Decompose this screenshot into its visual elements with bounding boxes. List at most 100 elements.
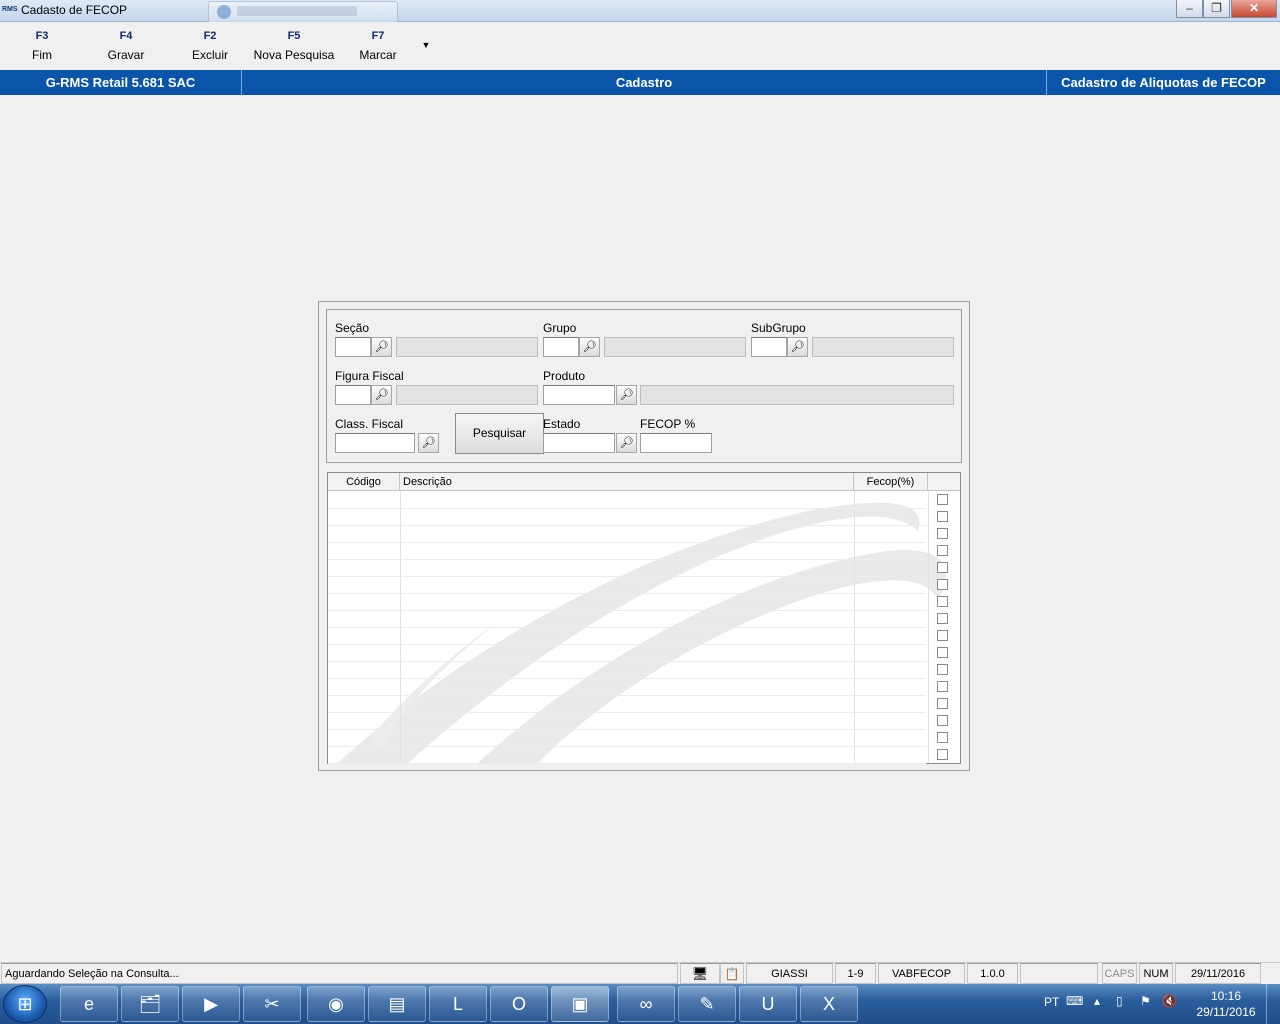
table-row[interactable] bbox=[328, 763, 926, 764]
network-icon[interactable]: ▯ bbox=[1116, 994, 1123, 1008]
app-version-label: G-RMS Retail 5.681 SAC bbox=[45, 75, 196, 90]
col-check[interactable] bbox=[928, 473, 960, 491]
secao-input[interactable] bbox=[335, 337, 371, 357]
marcar-label: Marcar bbox=[359, 48, 397, 62]
app-logo-icon: RMS bbox=[2, 6, 18, 13]
subgrupo-input[interactable] bbox=[751, 337, 787, 357]
media-player-icon[interactable]: ▶ bbox=[182, 986, 240, 1022]
table-row[interactable] bbox=[328, 610, 926, 611]
estado-input[interactable] bbox=[543, 433, 615, 453]
pesquisar-button[interactable]: Pesquisar bbox=[455, 413, 544, 454]
module-label: Cadastro bbox=[241, 70, 1046, 95]
table-row[interactable] bbox=[328, 678, 926, 679]
row-checkbox[interactable] bbox=[937, 562, 948, 573]
class-fiscal-binoculars-icon[interactable]: 🔎︎ bbox=[418, 433, 439, 453]
class-fiscal-label: Class. Fiscal bbox=[335, 417, 404, 431]
excluir-button[interactable]: F2 Excluir bbox=[180, 30, 240, 62]
estado-binoculars-icon[interactable]: 🔎︎ bbox=[616, 433, 637, 453]
table-row[interactable] bbox=[328, 559, 926, 560]
clock-date[interactable]: 29/11/2016 bbox=[1190, 1005, 1262, 1019]
table-row[interactable] bbox=[328, 593, 926, 594]
minimize-button[interactable]: ‒ bbox=[1176, 0, 1203, 18]
restore-button[interactable]: ❐ bbox=[1203, 0, 1230, 18]
ie-icon[interactable]: e bbox=[60, 986, 118, 1022]
excel-icon[interactable]: X bbox=[800, 986, 858, 1022]
close-button[interactable]: ✕ bbox=[1231, 0, 1277, 18]
fim-label: Fim bbox=[32, 48, 52, 62]
table-row[interactable] bbox=[328, 695, 926, 696]
show-desktop-button[interactable] bbox=[1266, 984, 1280, 1024]
notepad-plus-plus-icon[interactable]: ✎ bbox=[678, 986, 736, 1022]
show-hidden-icons-icon[interactable]: ▴ bbox=[1094, 994, 1100, 1008]
chrome-icon[interactable]: ◉ bbox=[307, 986, 365, 1022]
row-checkbox[interactable] bbox=[937, 698, 948, 709]
status-range: 1-9 bbox=[835, 963, 876, 984]
status-empty bbox=[1020, 963, 1098, 984]
produto-input[interactable] bbox=[543, 385, 615, 405]
row-checkbox[interactable] bbox=[937, 511, 948, 522]
window-title: Cadasto de FECOP bbox=[21, 3, 128, 17]
volume-muted-icon[interactable]: 🔇 bbox=[1162, 994, 1177, 1008]
outlook-icon[interactable]: O bbox=[490, 986, 548, 1022]
marcar-button[interactable]: F7 Marcar bbox=[350, 30, 406, 62]
row-checkbox[interactable] bbox=[937, 630, 948, 641]
background-browser-tab[interactable] bbox=[208, 1, 398, 22]
grupo-input[interactable] bbox=[543, 337, 579, 357]
function-key-toolbar: F3 Fim F4 Gravar F2 Excluir F5 Nova Pesq… bbox=[0, 22, 1280, 70]
table-row[interactable] bbox=[328, 525, 926, 526]
class-fiscal-input[interactable] bbox=[335, 433, 415, 453]
gravar-button[interactable]: F4 Gravar bbox=[96, 30, 156, 62]
row-checkbox[interactable] bbox=[937, 528, 948, 539]
produto-binoculars-icon[interactable]: 🔎︎ bbox=[616, 385, 637, 405]
computer-icon[interactable]: 🖥 bbox=[680, 963, 720, 984]
nova-pesquisa-button[interactable]: F5 Nova Pesquisa bbox=[250, 30, 338, 62]
row-checkbox[interactable] bbox=[937, 613, 948, 624]
clock-time[interactable]: 10:16 bbox=[1196, 989, 1256, 1003]
grupo-binoculars-icon[interactable]: 🔎︎ bbox=[579, 337, 600, 357]
row-checkbox[interactable] bbox=[937, 749, 948, 760]
row-checkbox[interactable] bbox=[937, 715, 948, 726]
grms-icon[interactable]: ▣ bbox=[551, 986, 609, 1022]
row-checkbox[interactable] bbox=[937, 596, 948, 607]
action-center-icon[interactable]: ⚑ bbox=[1140, 994, 1151, 1008]
table-row[interactable] bbox=[328, 729, 926, 730]
explorer-icon[interactable]: 🗂 bbox=[121, 986, 179, 1022]
col-fecop[interactable]: Fecop(%) bbox=[854, 473, 928, 491]
keyboard-icon[interactable]: ⌨ bbox=[1066, 994, 1083, 1008]
secao-binoculars-icon[interactable]: 🔎︎ bbox=[371, 337, 392, 357]
visual-studio-icon[interactable]: ∞ bbox=[617, 986, 675, 1022]
windows-start-icon[interactable]: ⊞ bbox=[3, 985, 47, 1023]
lync-icon[interactable]: L bbox=[429, 986, 487, 1022]
table-row[interactable] bbox=[328, 542, 926, 543]
row-checkbox[interactable] bbox=[937, 579, 948, 590]
row-checkbox[interactable] bbox=[937, 647, 948, 658]
table-row[interactable] bbox=[328, 644, 926, 645]
row-checkbox[interactable] bbox=[937, 664, 948, 675]
table-row[interactable] bbox=[328, 508, 926, 509]
screen-title: Cadastro de Aliquotas de FECOP bbox=[1046, 70, 1280, 95]
ultraedit-icon[interactable]: U bbox=[739, 986, 797, 1022]
table-row[interactable] bbox=[328, 712, 926, 713]
row-checkbox[interactable] bbox=[937, 681, 948, 692]
subgrupo-binoculars-icon[interactable]: 🔎︎ bbox=[787, 337, 808, 357]
table-row[interactable] bbox=[328, 661, 926, 662]
status-date: 29/11/2016 bbox=[1175, 963, 1261, 984]
fecop-input[interactable] bbox=[640, 433, 712, 453]
table-row[interactable] bbox=[328, 627, 926, 628]
snipping-tool-icon[interactable]: ✂ bbox=[243, 986, 301, 1022]
table-row[interactable] bbox=[328, 576, 926, 577]
language-indicator[interactable]: PT bbox=[1044, 995, 1059, 1009]
col-descricao[interactable]: Descrição bbox=[400, 473, 854, 491]
row-checkbox[interactable] bbox=[937, 732, 948, 743]
clipboard-icon[interactable]: 📋 bbox=[720, 963, 744, 984]
fecop-grid[interactable]: Código Descrição Fecop(%) bbox=[327, 472, 961, 764]
figura-fiscal-binoculars-icon[interactable]: 🔎︎ bbox=[371, 385, 392, 405]
database-tool-icon[interactable]: ▤ bbox=[368, 986, 426, 1022]
row-checkbox[interactable] bbox=[937, 545, 948, 556]
row-checkbox[interactable] bbox=[937, 494, 948, 505]
table-row[interactable] bbox=[328, 746, 926, 747]
col-codigo[interactable]: Código bbox=[328, 473, 400, 491]
fim-button[interactable]: F3 Fim bbox=[16, 30, 68, 62]
figura-fiscal-input[interactable] bbox=[335, 385, 371, 405]
toolbar-more-icon[interactable]: ▼ bbox=[420, 40, 432, 52]
